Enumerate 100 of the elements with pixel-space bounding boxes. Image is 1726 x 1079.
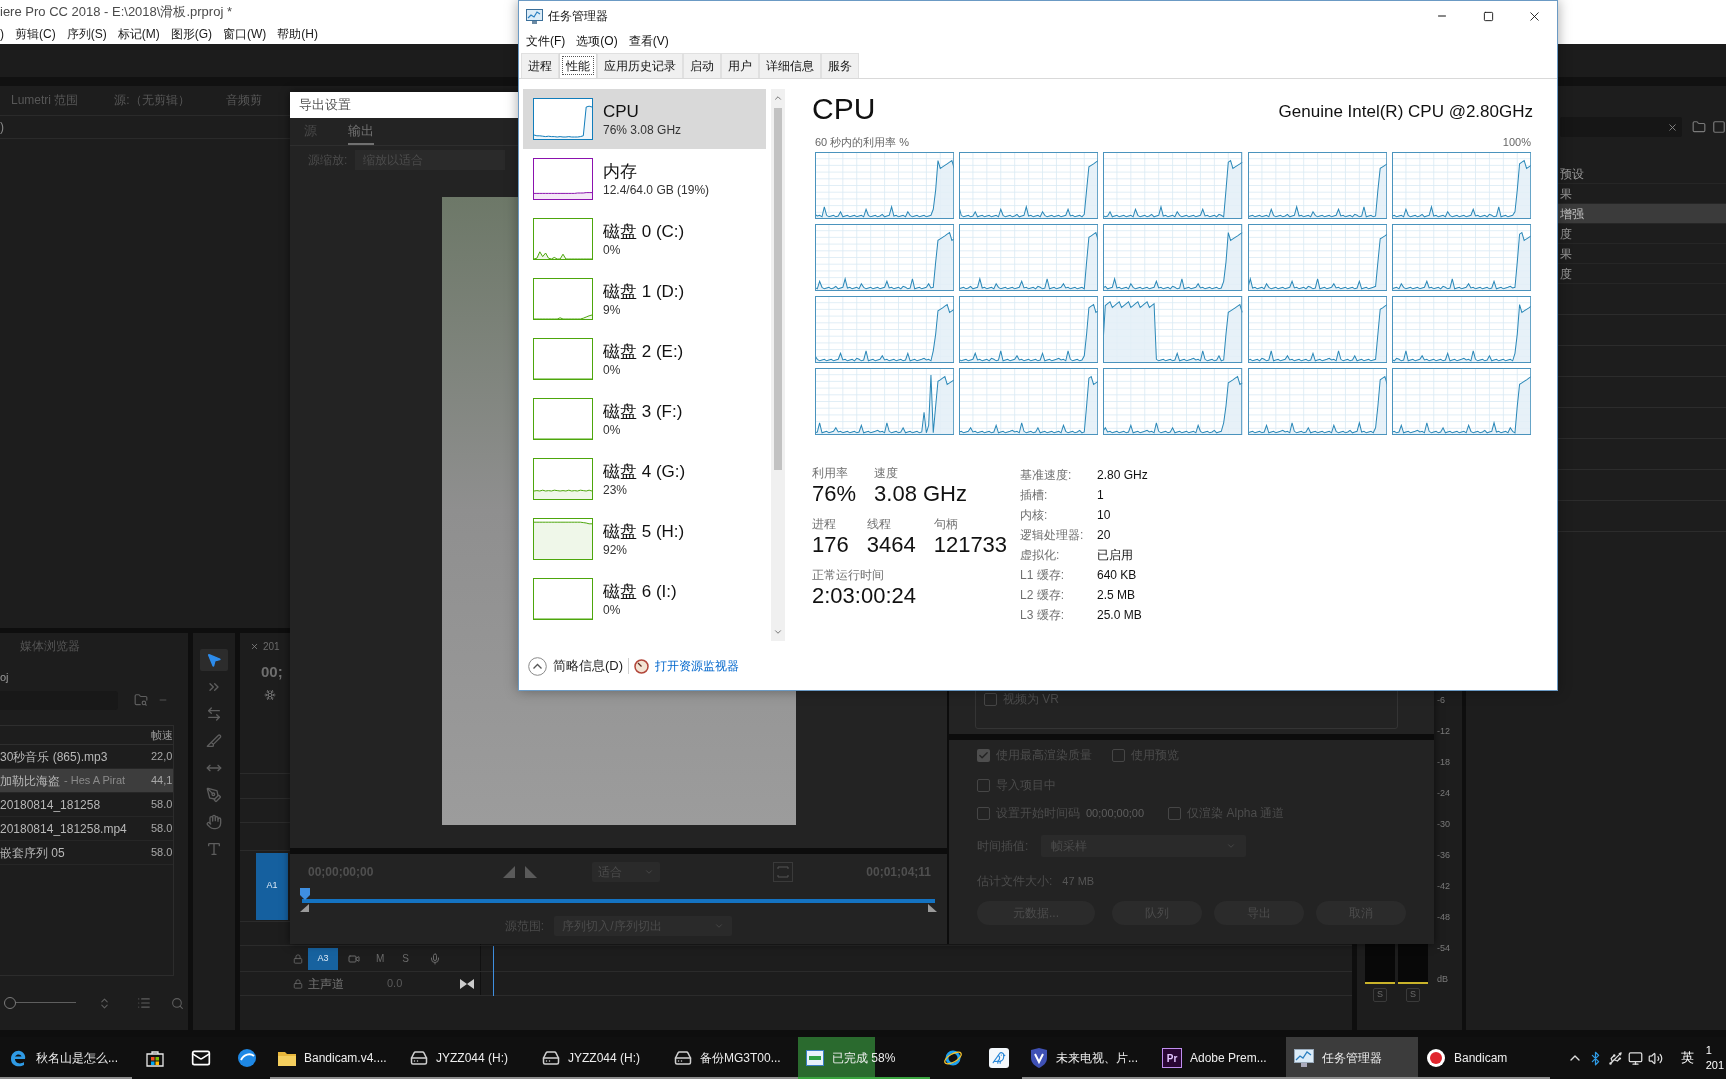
menu-item[interactable]: 标记(M) (117, 25, 160, 43)
clear-icon[interactable] (1667, 121, 1678, 133)
taskbar-button[interactable]: JYZZ044 (H:) (402, 1037, 534, 1079)
slider-thumb[interactable] (4, 997, 16, 1009)
up-down-icon[interactable] (98, 996, 111, 1010)
menu-item[interactable]: 剪辑(C) (15, 25, 56, 43)
tab[interactable]: 进程 (521, 53, 559, 78)
app-logo-badge: Pr (1162, 1048, 1182, 1068)
resource-monitor-link[interactable]: 打开资源监视器 (655, 657, 740, 675)
taskbar-button[interactable]: Pr Adobe Prem... (1154, 1037, 1286, 1079)
spec-label: L2 缓存: (1020, 587, 1065, 604)
resource-item[interactable]: 磁盘 6 (I:) 0% (523, 569, 766, 629)
taskbar-button[interactable]: JYZZ044 (H:) (534, 1037, 666, 1079)
tab[interactable]: 应用历史记录 (597, 53, 683, 78)
taskbar-label: 备份MG3T00... (700, 1050, 781, 1067)
file-row[interactable]: 嵌套序列 05 58.0 (0, 841, 173, 865)
file-row[interactable]: 20180814_181258 58.0 (0, 793, 173, 817)
microphone-icon[interactable] (429, 952, 441, 965)
clock-text[interactable]: 201 (1705, 1058, 1724, 1073)
resource-item[interactable]: 磁盘 2 (E:) 0% (523, 329, 766, 389)
taskbar-button[interactable]: 秋名山是怎么... (0, 1037, 132, 1079)
menu-item[interactable]: 查看(V) (628, 32, 669, 50)
range-slider[interactable] (300, 888, 937, 912)
file-row[interactable]: 加勒比海盗 - Hes A Pirat 44,1 (0, 769, 173, 793)
monitor-icon[interactable] (1627, 1050, 1643, 1066)
tab[interactable]: 详细信息 (759, 53, 821, 78)
checkbox[interactable] (1112, 748, 1125, 762)
tab[interactable]: 用户 (721, 53, 759, 78)
checkbox[interactable] (984, 692, 997, 706)
checkbox[interactable] (977, 748, 990, 762)
scrollbar-thumb[interactable] (774, 108, 782, 470)
checkbox[interactable] (1168, 806, 1182, 820)
tab[interactable]: 服务 (821, 53, 859, 78)
folder-search-icon[interactable] (134, 693, 148, 707)
resource-item[interactable]: 磁盘 3 (F:) 0% (523, 389, 766, 449)
clock-text[interactable]: 1 (1705, 1043, 1724, 1058)
resource-item[interactable]: 磁盘 1 (D:) 9% (523, 269, 766, 329)
close-icon[interactable] (250, 641, 259, 651)
track-name: 主声道 (308, 975, 344, 993)
triangle-marker-icon[interactable] (928, 904, 937, 912)
lock-icon[interactable] (293, 978, 303, 989)
list-icon[interactable] (137, 996, 151, 1010)
source-patch-button[interactable]: A3 (308, 947, 338, 970)
folder-icon[interactable] (1692, 120, 1706, 134)
taskbar-label: 已完成 58% (832, 1050, 896, 1067)
triangle-icon[interactable] (525, 866, 538, 878)
tab[interactable]: 性能 (559, 53, 597, 78)
tab[interactable]: 启动 (683, 53, 721, 78)
taskbar-button[interactable]: 未来电视、片... (1022, 1037, 1154, 1079)
resource-item[interactable]: 磁盘 5 (H:) 92% (523, 509, 766, 569)
search-field[interactable] (1560, 117, 1682, 137)
menu-item[interactable]: 序列(S) (66, 25, 107, 43)
tool-button[interactable] (200, 649, 228, 671)
taskbar-button[interactable]: Bandicam (1418, 1037, 1550, 1079)
camera-icon[interactable] (348, 952, 360, 965)
taskbar-button[interactable]: 任务管理器 (1286, 1037, 1418, 1079)
track-target-button[interactable]: A1 (256, 852, 288, 920)
resource-item[interactable]: CPU 76% 3.08 GHz (523, 89, 766, 149)
meter-scale-label: dB (1437, 972, 1448, 986)
resource-item[interactable]: 内存 12.4/64.0 GB (19%) (523, 149, 766, 209)
bracket-box-icon[interactable] (773, 862, 794, 882)
taskbar-label: 未来电视、片... (1056, 1050, 1138, 1067)
type-icon (206, 841, 222, 857)
playhead-handle[interactable] (300, 888, 310, 900)
chevron-up-circle-icon[interactable] (528, 656, 547, 676)
effect-item[interactable]: 增强 (1558, 204, 1726, 224)
menu-item[interactable]: 选项(O) (576, 32, 618, 50)
checkbox[interactable] (977, 806, 990, 820)
triangle-marker-icon[interactable] (300, 904, 309, 912)
volume-icon[interactable] (1647, 1050, 1663, 1066)
window-title: iere Pro CC 2018 - E:\2018\滑板.prproj * (0, 3, 232, 22)
file-row[interactable]: 20180814_181258.mp4 58.0 (0, 817, 173, 841)
menu-item[interactable]: 图形(G) (170, 25, 212, 43)
bowtie-icon[interactable] (460, 978, 475, 989)
column-header: 帧速 (151, 727, 173, 743)
search-icon[interactable] (171, 996, 184, 1010)
resource-item[interactable]: 磁盘 0 (C:) 0% (523, 209, 766, 269)
triangle-icon[interactable] (503, 866, 516, 878)
menu-item[interactable]: 帮助(H) (277, 25, 318, 43)
taskbar-button[interactable]: 已完成 58% (798, 1037, 930, 1079)
resource-item[interactable]: 磁盘 4 (G:) 23% (523, 449, 766, 509)
resource-name: 磁盘 4 (G:) (603, 460, 686, 482)
scroll-down-icon[interactable] (773, 627, 783, 637)
fewer-details-button[interactable]: 简略信息(D) (553, 656, 624, 676)
menu-item[interactable]: ) (0, 25, 4, 43)
usb-icon[interactable] (1607, 1050, 1623, 1066)
menu-item[interactable]: 窗口(W) (223, 25, 267, 43)
checkbox[interactable] (977, 778, 990, 792)
snowflake-icon[interactable] (264, 689, 276, 701)
ball-icon (237, 1048, 257, 1068)
input-method-indicator[interactable]: 英 (1680, 1048, 1694, 1068)
menu-item[interactable]: 文件(F) (526, 32, 566, 50)
scrollbar[interactable] (771, 89, 785, 641)
lock-icon[interactable] (293, 953, 303, 964)
square-icon[interactable] (1712, 120, 1726, 134)
scroll-up-icon[interactable] (773, 93, 783, 103)
taskbar-button[interactable]: Bandicam.v4.... (270, 1037, 402, 1079)
taskbar-button[interactable]: 备份MG3T00... (666, 1037, 798, 1079)
spec-value: 2.80 GHz (1097, 467, 1148, 484)
zoom-slider[interactable] (4, 997, 76, 1009)
